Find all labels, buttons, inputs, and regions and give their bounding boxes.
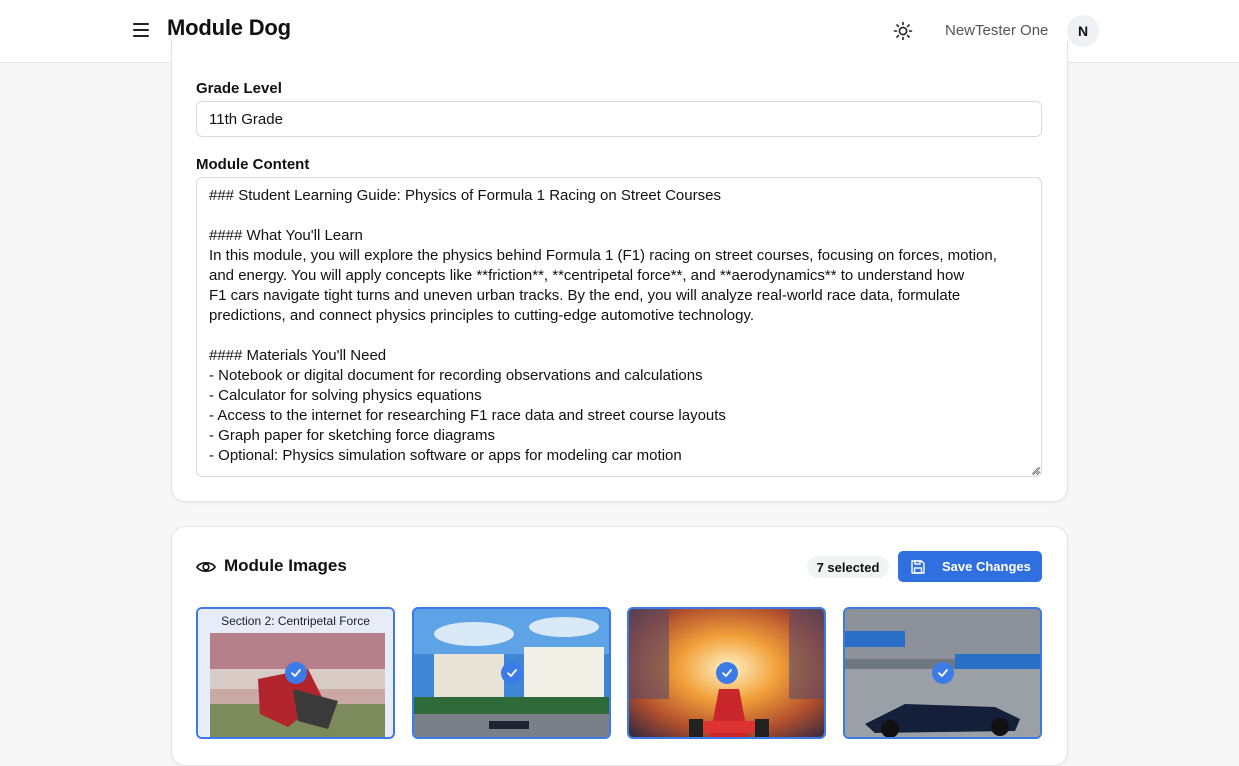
module-image-thumb[interactable] <box>412 607 611 739</box>
module-image-thumb[interactable] <box>627 607 826 739</box>
app-title: Module Dog <box>167 15 291 40</box>
content-line: - Graph paper for sketching force diagra… <box>209 427 495 444</box>
eye-icon <box>196 562 216 572</box>
save-icon <box>911 559 925 574</box>
content-line <box>209 206 1029 226</box>
content-line: and energy. You will apply concepts like… <box>209 267 965 284</box>
grade-level-label: Grade Level <box>196 80 282 97</box>
content-line: predictions, and connect physics princip… <box>209 307 755 324</box>
menu-icon[interactable] <box>133 23 149 39</box>
module-content-textarea[interactable]: ### Student Learning Guide: Physics of F… <box>196 177 1042 477</box>
content-line: In this module, you will explore the phy… <box>209 247 997 264</box>
checkmark-icon <box>931 662 954 684</box>
checkmark-icon <box>500 662 523 684</box>
grade-level-input[interactable] <box>196 101 1042 137</box>
content-line: - Calculator for solving physics equatio… <box>209 387 482 404</box>
content-line: #### What You'll Learn <box>209 227 363 244</box>
avatar[interactable]: N <box>1067 15 1099 47</box>
save-changes-label: Save Changes <box>942 559 1031 574</box>
save-changes-button[interactable]: Save Changes <box>898 551 1042 582</box>
module-images-title: Module Images <box>224 556 347 575</box>
content-line: - Optional: Physics simulation software … <box>209 447 682 464</box>
content-line: - Access to the internet for researching… <box>209 407 726 424</box>
user-name[interactable]: NewTester One <box>945 22 1048 39</box>
module-image-thumb[interactable] <box>843 607 1042 739</box>
content-line: ### Student Learning Guide: Physics of F… <box>209 187 721 204</box>
module-image-thumb[interactable]: Section 2: Centripetal Force <box>196 607 395 739</box>
resize-handle-icon[interactable] <box>1031 466 1040 475</box>
content-line: - Notebook or digital document for recor… <box>209 367 703 384</box>
checkmark-icon <box>715 662 738 684</box>
module-content-label: Module Content <box>196 156 310 173</box>
thumb-caption: Section 2: Centripetal Force <box>198 609 393 633</box>
content-line: #### Materials You'll Need <box>209 347 387 364</box>
content-line: F1 cars navigate tight turns and uneven … <box>209 287 961 304</box>
theme-toggle-sun-icon[interactable] <box>893 21 913 41</box>
checkmark-icon <box>284 662 307 684</box>
content-line <box>209 326 1029 346</box>
selected-count-badge: 7 selected <box>807 556 889 578</box>
